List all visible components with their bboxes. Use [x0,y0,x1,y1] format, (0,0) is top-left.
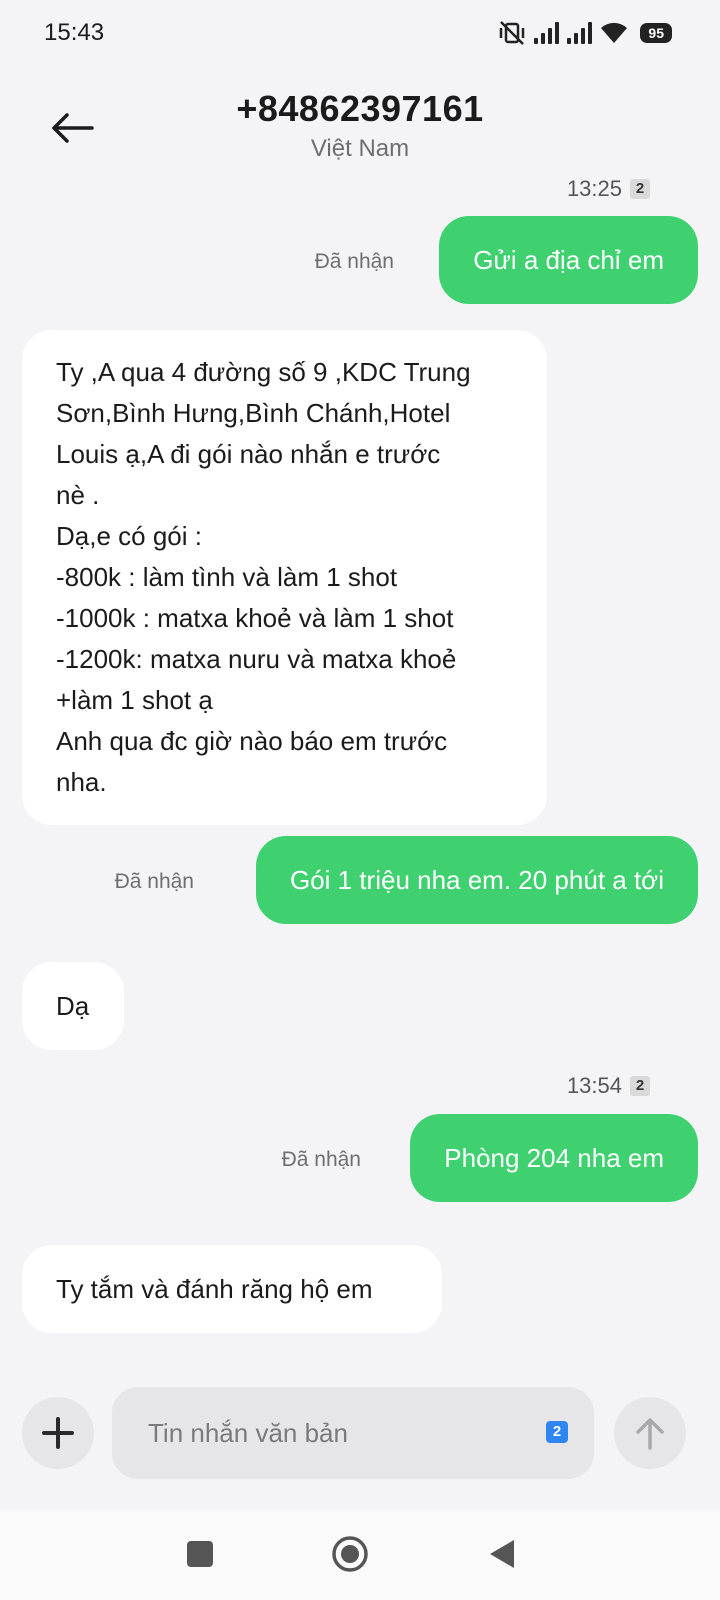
timestamp: 13:54 2 [567,1073,650,1099]
sim-2-icon[interactable]: 2 [546,1421,568,1443]
signal-1-icon [534,22,560,44]
status-time: 15:43 [44,19,105,46]
message-line: -800k : làm tình và làm 1 shot [56,562,398,592]
delivery-status: Đã nhận [281,1148,361,1171]
system-navigation-bar [0,1510,720,1600]
message-line: +làm 1 shot ạ [56,685,213,715]
message-line: Louis ạ,A đi gói nào nhắn e trước [56,439,441,469]
message-line: Ty ,A qua 4 đường số 9 ,KDC Trung [56,357,471,387]
plus-icon [42,1417,74,1449]
message-line: nha. [56,767,107,797]
mute-vibrate-icon [500,21,525,45]
incoming-message[interactable]: Dạ [22,962,124,1050]
message-composer[interactable]: Tin nhắn văn bản 2 [112,1387,594,1479]
message-input[interactable]: Tin nhắn văn bản [148,1387,348,1479]
message-line: -1000k : matxa khoẻ và làm 1 shot [56,603,454,633]
timestamp-time: 13:25 [566,176,622,201]
status-icons: 95 [498,18,672,48]
message-line: Sơn,Bình Hưng,Bình Chánh,Hotel [56,398,451,428]
add-attachment-button[interactable] [22,1397,94,1469]
sim-2-icon: 2 [630,179,650,199]
arrow-up-icon [636,1418,664,1450]
outgoing-message[interactable]: Gói 1 triệu nha em. 20 phút a tới [255,836,698,924]
sim-2-icon: 2 [630,1076,650,1096]
back-nav-button[interactable] [482,1534,522,1574]
timestamp: 13:25 2 [567,176,650,202]
contact-country: Việt Nam [310,135,410,162]
send-button[interactable] [614,1397,686,1469]
outgoing-message[interactable]: Phòng 204 nha em [410,1114,698,1202]
signal-2-icon [567,22,593,44]
home-circle-icon [332,1536,368,1572]
message-line: -1200k: matxa nuru và matxa khoẻ [56,644,457,674]
delivery-status: Đã nhận [314,250,394,273]
incoming-message[interactable]: Ty tắm và đánh răng hộ em [22,1245,442,1333]
contact-phone-number[interactable]: +84862397161 [0,88,720,130]
message-line: Dạ,e có gói : [56,521,202,551]
recents-button[interactable] [180,1534,220,1574]
incoming-message[interactable]: Ty ,A qua 4 đường số 9 ,KDC Trung Sơn,Bì… [22,330,547,825]
home-button[interactable] [330,1534,370,1574]
outgoing-message[interactable]: Gửi a địa chỉ em [439,216,698,304]
recents-square-icon [187,1541,213,1567]
wifi-icon [601,22,628,43]
back-triangle-icon [490,1540,514,1568]
message-line: Anh qua đc giờ nào báo em trước [56,726,448,756]
battery-icon: 95 [640,23,672,43]
message-line: nè . [56,480,100,510]
delivery-status: Đã nhận [114,870,194,893]
timestamp-time: 13:54 [566,1073,622,1098]
